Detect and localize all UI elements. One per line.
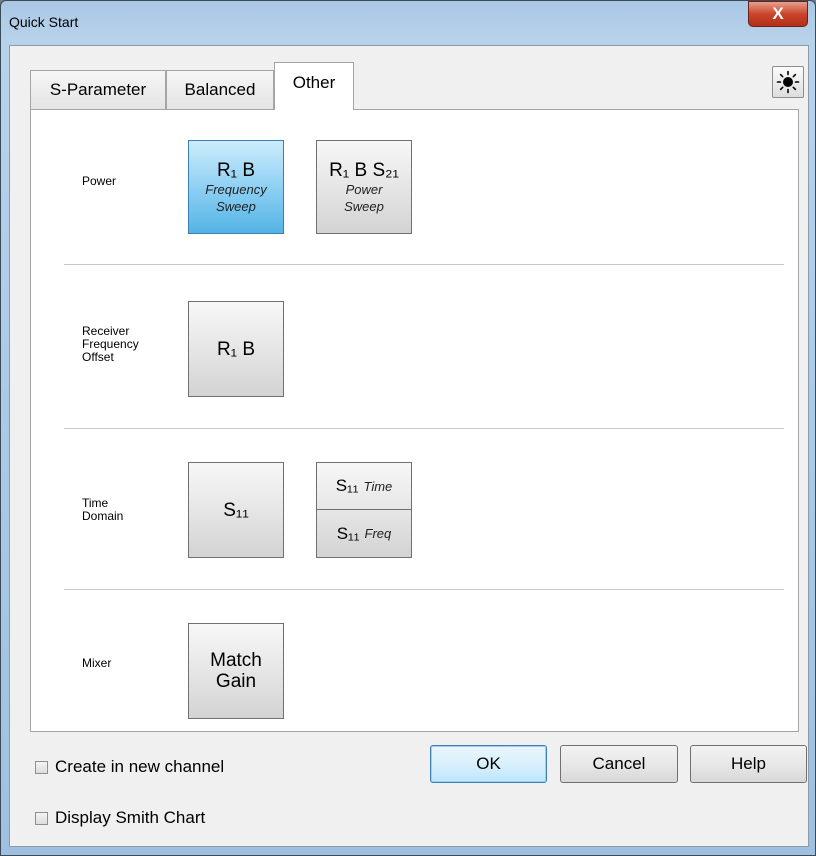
button-label: Help [731,754,766,773]
button-sub-text: Power [345,181,383,197]
button-sub-text: Time [363,478,393,494]
label-line: Domain [82,509,124,523]
sun-icon [776,70,800,94]
s11-time-button[interactable]: S₁₁ Time [317,463,411,510]
brightness-button[interactable] [772,66,804,98]
button-label: Cancel [592,754,646,773]
button-main-text: R₁ B [216,338,256,360]
tab-label: Other [292,72,336,92]
time-domain-s11-button[interactable]: S₁₁ [188,462,284,558]
checkbox-label: Display Smith Chart [55,808,206,827]
mixer-label: Mixer [82,657,111,670]
mixer-match-gain-button[interactable]: Match Gain [188,623,284,719]
label-line: Offset [82,350,114,364]
button-main-text: S₁₁ [223,499,249,521]
tab-panel-other: Power R₁ B Frequency Sweep R₁ B S₂₁ Powe… [30,109,799,732]
button-main-text: Gain [215,671,257,692]
button-sub-text: Frequency [205,181,267,197]
help-button[interactable]: Help [690,745,807,783]
quick-start-dialog: Quick Start X S-Parameter Balanced Other [0,0,816,856]
button-main-text: S₁₁ [335,476,359,495]
receiver-r1-b-button[interactable]: R₁ B [188,301,284,397]
tab-s-parameter[interactable]: S-Parameter [30,70,166,110]
receiver-frequency-offset-label: Receiver Frequency Offset [82,325,139,364]
tab-other[interactable]: Other [274,62,354,110]
power-section-label: Power [82,175,116,188]
time-domain-label: Time Domain [82,497,123,523]
ok-button[interactable]: OK [430,745,547,783]
checkbox-label: Create in new channel [55,757,225,776]
time-domain-split-button: S₁₁ Time S₁₁ Freq [316,462,412,558]
checkbox-box[interactable] [35,811,48,825]
button-main-text: Match [210,650,262,671]
close-button[interactable]: X [748,1,808,27]
cancel-button[interactable]: Cancel [560,745,678,783]
label-line: Mixer [82,656,112,670]
button-sub-text: Sweep [344,198,384,214]
power-frequency-sweep-button[interactable]: R₁ B Frequency Sweep [188,140,284,234]
button-main-text: R₁ B S₂₁ [329,159,399,181]
label-line: Power [82,174,117,188]
power-power-sweep-button[interactable]: R₁ B S₂₁ Power Sweep [316,140,412,234]
tab-label: Balanced [184,80,256,99]
tab-label: S-Parameter [49,80,147,99]
button-sub-text: Sweep [216,198,256,214]
display-smith-chart-checkbox[interactable]: Display Smith Chart [35,808,205,828]
s11-freq-button[interactable]: S₁₁ Freq [317,510,411,557]
section-divider [64,589,784,590]
title-bar[interactable]: Quick Start X [1,1,816,43]
close-icon: X [772,4,784,23]
checkbox-box[interactable] [35,760,48,774]
section-divider [64,264,784,265]
button-sub-text: Freq [364,526,392,541]
window-title: Quick Start [9,14,79,30]
create-new-channel-checkbox[interactable]: Create in new channel [35,757,224,777]
tab-balanced[interactable]: Balanced [166,70,274,110]
button-main-text: R₁ B [216,159,256,181]
dialog-body: S-Parameter Balanced Other Power R₁ B Fr… [9,45,809,847]
button-main-text: S₁₁ [336,523,360,543]
button-label: OK [476,754,501,773]
section-divider [64,428,784,429]
